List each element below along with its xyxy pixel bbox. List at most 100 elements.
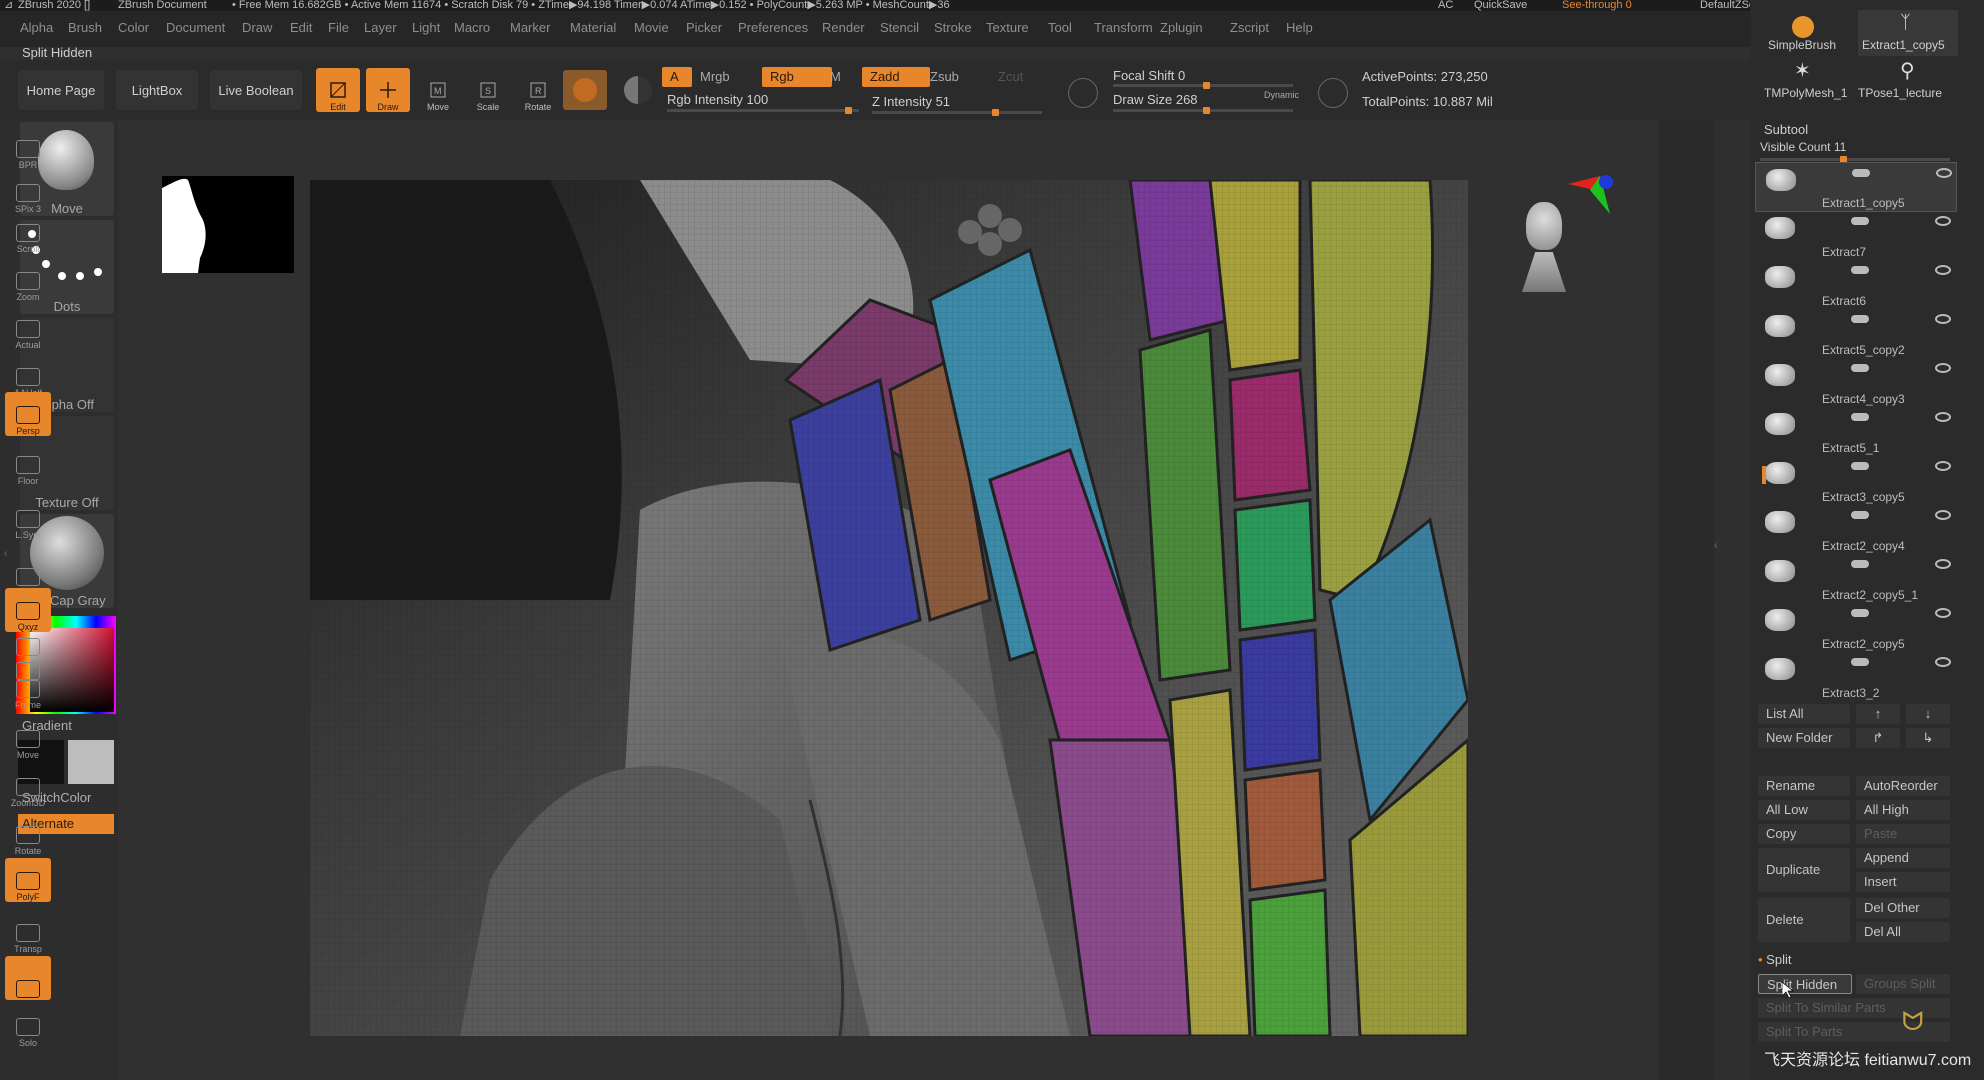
menu-preferences[interactable]: Preferences xyxy=(738,20,808,35)
extract-copy-thumb[interactable]: ᛉ Extract1_copy5 xyxy=(1858,10,1958,56)
split-hidden-button[interactable]: Split Hidden xyxy=(1758,974,1852,994)
visibility-eye-icon[interactable] xyxy=(1935,461,1951,471)
menu-zscript[interactable]: Zscript xyxy=(1230,20,1269,35)
list-all-button[interactable]: List All xyxy=(1758,704,1850,724)
visibility-eye-icon[interactable] xyxy=(1935,363,1951,373)
menu-alpha[interactable]: Alpha xyxy=(20,20,53,35)
visibility-eye-icon[interactable] xyxy=(1935,314,1951,324)
duplicate-button[interactable]: Duplicate xyxy=(1758,848,1850,892)
tool-persp[interactable]: Persp xyxy=(5,392,51,436)
draw-size-slider[interactable] xyxy=(1113,107,1293,114)
dynamic-toggle[interactable]: Dynamic xyxy=(1264,90,1299,100)
menu-document[interactable]: Document xyxy=(166,20,225,35)
ac-button[interactable]: AC xyxy=(1438,0,1453,11)
tool-zoom3d[interactable]: Zoom3D xyxy=(5,764,51,808)
tool-rotate[interactable]: Rotate xyxy=(5,812,51,856)
edit-mode-button[interactable]: Edit xyxy=(316,68,360,112)
menu-draw[interactable]: Draw xyxy=(242,20,272,35)
visibility-eye-icon[interactable] xyxy=(1935,510,1951,520)
live-boolean-button[interactable]: Live Boolean xyxy=(210,70,302,110)
del-all-button[interactable]: Del All xyxy=(1856,922,1950,942)
menu-texture[interactable]: Texture xyxy=(986,20,1029,35)
tool-polyf[interactable]: PolyF xyxy=(5,858,51,902)
secondary-color-swatch[interactable] xyxy=(68,740,114,784)
paste-button[interactable]: Paste xyxy=(1856,824,1950,844)
see-through-slider[interactable]: See-through 0 xyxy=(1562,0,1632,11)
del-other-button[interactable]: Del Other xyxy=(1856,898,1950,918)
a-toggle[interactable]: A xyxy=(662,67,692,87)
mrgb-toggle[interactable]: Mrgb xyxy=(700,69,730,84)
scale-mode-button[interactable]: S Scale xyxy=(466,68,510,112)
all-high-button[interactable]: All High xyxy=(1856,800,1950,820)
lightbox-button[interactable]: LightBox xyxy=(116,70,198,110)
subtool-toggle[interactable] xyxy=(1851,609,1869,617)
m-toggle[interactable]: M xyxy=(830,69,841,84)
subtool-toggle[interactable] xyxy=(1851,511,1869,519)
menu-stencil[interactable]: Stencil xyxy=(880,20,919,35)
subtool-toggle[interactable] xyxy=(1851,462,1869,470)
subtool-toggle[interactable] xyxy=(1851,413,1869,421)
menu-tool[interactable]: Tool xyxy=(1048,20,1072,35)
menu-file[interactable]: File xyxy=(328,20,349,35)
zsub-toggle[interactable]: Zsub xyxy=(930,69,959,84)
menu-render[interactable]: Render xyxy=(822,20,865,35)
menu-help[interactable]: Help xyxy=(1286,20,1313,35)
rgb-toggle[interactable]: Rgb xyxy=(762,67,832,87)
menu-marker[interactable]: Marker xyxy=(510,20,550,35)
tool-solo[interactable]: Solo xyxy=(5,1004,51,1048)
tool-l-sym[interactable]: L.Sym xyxy=(5,496,51,540)
menu-movie[interactable]: Movie xyxy=(634,20,669,35)
tool-transp[interactable]: Transp xyxy=(5,910,51,954)
panel-collapse-icon[interactable]: ‹ xyxy=(1714,540,1720,560)
insert-button[interactable]: Insert xyxy=(1856,872,1950,892)
move-mode-button[interactable]: M Move xyxy=(416,68,460,112)
material-swatch-button[interactable] xyxy=(563,70,607,110)
menu-zplugin[interactable]: Zplugin xyxy=(1160,20,1203,35)
visibility-eye-icon[interactable] xyxy=(1935,216,1951,226)
z-intensity-slider[interactable] xyxy=(872,109,1042,116)
visibility-eye-icon[interactable] xyxy=(1936,168,1952,178)
menu-layer[interactable]: Layer xyxy=(364,20,397,35)
subtool-toggle[interactable] xyxy=(1851,560,1869,568)
zadd-toggle[interactable]: Zadd xyxy=(862,67,930,87)
subtool-toggle[interactable] xyxy=(1851,217,1869,225)
move-up-button[interactable]: ↑ xyxy=(1856,704,1900,724)
zcut-toggle[interactable]: Zcut xyxy=(998,69,1023,84)
all-low-button[interactable]: All Low xyxy=(1758,800,1850,820)
menu-transform[interactable]: Transform xyxy=(1094,20,1153,35)
visibility-eye-icon[interactable] xyxy=(1935,412,1951,422)
menu-light[interactable]: Light xyxy=(412,20,440,35)
tpose-thumb[interactable]: ⚲ TPose1_lecture xyxy=(1856,58,1956,102)
rename-button[interactable]: Rename xyxy=(1758,776,1850,796)
delete-button[interactable]: Delete xyxy=(1758,898,1850,942)
focal-shift-slider[interactable] xyxy=(1113,82,1293,89)
autoreorder-button[interactable]: AutoReorder xyxy=(1856,776,1950,796)
move-down-button[interactable]: ↓ xyxy=(1906,704,1950,724)
menu-edit[interactable]: Edit xyxy=(290,20,312,35)
tool-bpr[interactable]: BPR xyxy=(5,126,51,170)
visibility-eye-icon[interactable] xyxy=(1935,265,1951,275)
tool-button-19[interactable] xyxy=(5,956,51,1000)
tool-button-9[interactable] xyxy=(5,544,51,588)
append-button[interactable]: Append xyxy=(1856,848,1950,868)
home-page-button[interactable]: Home Page xyxy=(18,70,104,110)
folder-in-button[interactable]: ↱ xyxy=(1856,728,1900,748)
tool-actual[interactable]: Actual xyxy=(5,306,51,350)
new-folder-button[interactable]: New Folder xyxy=(1758,728,1850,748)
visibility-eye-icon[interactable] xyxy=(1935,608,1951,618)
tool-scroll[interactable]: Scroll xyxy=(5,210,51,254)
copy-button[interactable]: Copy xyxy=(1758,824,1850,844)
tool-floor[interactable]: Floor xyxy=(5,442,51,486)
visibility-eye-icon[interactable] xyxy=(1935,657,1951,667)
split-section-title[interactable]: • Split xyxy=(1758,952,1791,967)
subtool-toggle[interactable] xyxy=(1852,169,1870,177)
visible-count-label[interactable]: Visible Count 11 xyxy=(1760,140,1846,154)
tpolymesh-thumb[interactable]: ✶ TMPolyMesh_1 xyxy=(1764,58,1847,102)
simplebrush-thumb[interactable]: SimpleBrush xyxy=(1764,14,1844,54)
dynamic-icon[interactable] xyxy=(1318,78,1348,108)
tool-zoom[interactable]: Zoom xyxy=(5,258,51,302)
groups-split-button[interactable]: Groups Split xyxy=(1856,974,1950,994)
tool-frame[interactable]: Frame xyxy=(5,666,51,710)
tool-spix-3[interactable]: SPix 3 xyxy=(5,170,51,214)
menu-brush[interactable]: Brush xyxy=(68,20,102,35)
